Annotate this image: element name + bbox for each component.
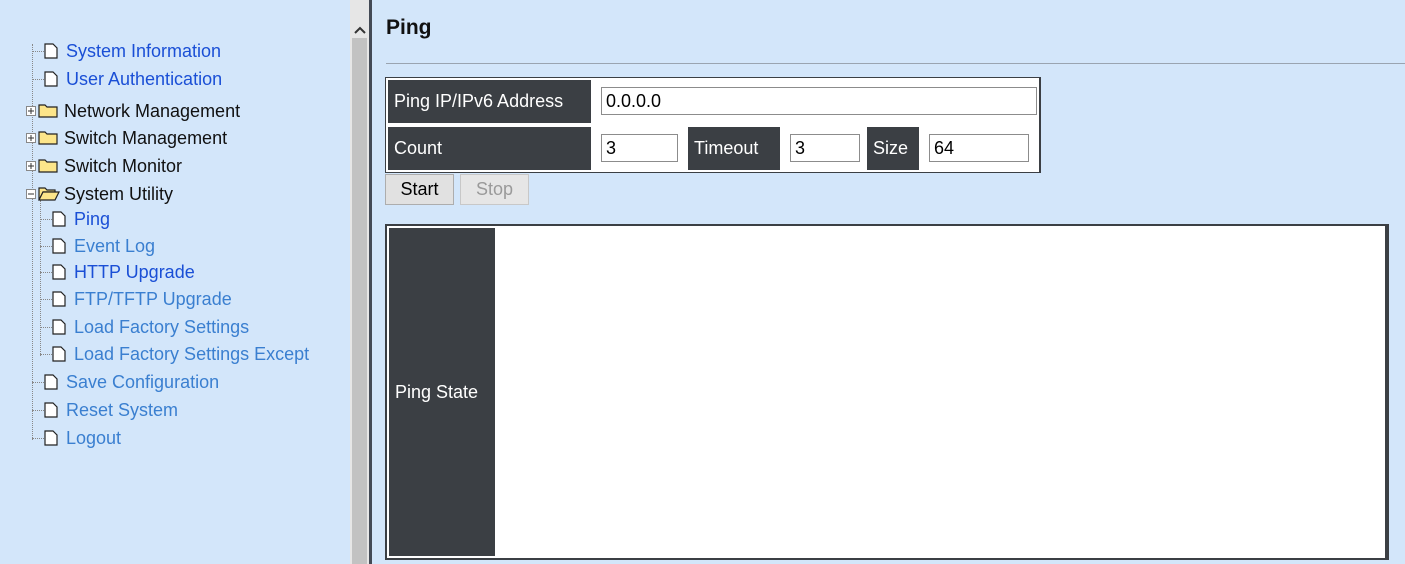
ping-ip-cell	[593, 78, 1039, 125]
count-input[interactable]	[601, 134, 678, 162]
document-icon	[44, 374, 58, 390]
expand-plus-icon[interactable]	[26, 106, 36, 116]
size-cell	[921, 125, 1039, 172]
timeout-input[interactable]	[790, 134, 860, 162]
ping-ip-input[interactable]	[601, 87, 1037, 115]
sidebar-item-save-configuration[interactable]: Save Configuration	[14, 369, 219, 395]
sidebar-item-user-authentication[interactable]: User Authentication	[14, 66, 222, 92]
chevron-up-icon	[353, 26, 366, 34]
document-icon	[52, 346, 66, 362]
ping-form-table: Ping IP/IPv6 Address Count Timeout Size	[385, 77, 1041, 173]
ping-state-output	[497, 226, 1385, 558]
document-icon	[44, 430, 58, 446]
document-icon	[52, 319, 66, 335]
expand-plus-icon[interactable]	[26, 133, 36, 143]
page-title: Ping	[386, 16, 432, 39]
sidebar-item-label: Switch Management	[64, 128, 228, 148]
sidebar-item-switch-monitor[interactable]: Switch Monitor	[14, 153, 182, 179]
sidebar-item-system-utility[interactable]: System Utility	[14, 181, 173, 207]
document-icon	[52, 291, 66, 307]
sidebar-item-ftp-tftp-upgrade[interactable]: FTP/TFTP Upgrade	[22, 286, 232, 312]
sidebar-scrollbar[interactable]	[350, 0, 369, 564]
collapse-minus-icon[interactable]	[26, 189, 36, 199]
folder-closed-icon	[38, 131, 58, 145]
count-cell	[593, 125, 686, 172]
expand-plus-icon[interactable]	[26, 161, 36, 171]
ping-state-label: Ping State	[387, 226, 497, 558]
navigation-tree: System Information User Authentication N…	[0, 0, 350, 564]
sidebar-item-label: Network Management	[64, 101, 241, 121]
document-icon	[52, 238, 66, 254]
ping-ip-label: Ping IP/IPv6 Address	[386, 78, 593, 125]
sidebar-item-reset-system[interactable]: Reset System	[14, 397, 178, 423]
document-icon	[44, 43, 58, 59]
count-label: Count	[386, 125, 593, 172]
scrollbar-thumb[interactable]	[352, 38, 367, 564]
document-icon	[44, 402, 58, 418]
sidebar-item-network-management[interactable]: Network Management	[14, 98, 240, 124]
sidebar-item-label: Reset System	[66, 400, 179, 420]
sidebar-item-label: System Information	[66, 41, 222, 61]
sidebar-item-label: Ping	[74, 209, 111, 229]
sidebar-item-label: HTTP Upgrade	[74, 262, 195, 282]
document-icon	[44, 71, 58, 87]
sidebar-item-load-factory-settings-except[interactable]: Load Factory Settings Except	[22, 341, 309, 367]
document-icon	[52, 264, 66, 280]
timeout-cell	[782, 125, 865, 172]
size-label: Size	[865, 125, 921, 172]
document-icon	[52, 211, 66, 227]
sidebar-item-label: Load Factory Settings	[74, 317, 250, 337]
timeout-label: Timeout	[686, 125, 782, 172]
size-input[interactable]	[929, 134, 1029, 162]
sidebar-item-event-log[interactable]: Event Log	[22, 233, 155, 259]
scroll-up-button[interactable]	[350, 22, 369, 38]
folder-closed-icon	[38, 104, 58, 118]
folder-closed-icon	[38, 159, 58, 173]
sidebar-item-http-upgrade[interactable]: HTTP Upgrade	[22, 259, 195, 285]
folder-open-icon	[38, 187, 60, 201]
sidebar-item-label: Logout	[66, 428, 122, 448]
title-divider	[386, 63, 1405, 64]
sidebar-item-label: Load Factory Settings Except	[74, 344, 310, 364]
start-button[interactable]: Start	[385, 174, 454, 205]
sidebar-item-label: Switch Monitor	[64, 156, 183, 176]
main-content: Ping Ping IP/IPv6 Address Count Timeout …	[372, 0, 1405, 564]
sidebar-item-logout[interactable]: Logout	[14, 425, 121, 451]
sidebar-item-switch-management[interactable]: Switch Management	[14, 125, 227, 151]
sidebar-item-load-factory-settings[interactable]: Load Factory Settings	[22, 314, 249, 340]
ping-state-table: Ping State	[385, 224, 1389, 560]
sidebar-item-label: Save Configuration	[66, 372, 220, 392]
sidebar-item-label: System Utility	[64, 184, 174, 204]
sidebar-item-label: Event Log	[74, 236, 156, 256]
sidebar-item-label: User Authentication	[66, 69, 223, 89]
stop-button[interactable]: Stop	[460, 174, 529, 205]
sidebar-item-system-information[interactable]: System Information	[14, 38, 221, 64]
sidebar-item-ping[interactable]: Ping	[22, 206, 110, 232]
sidebar-item-label: FTP/TFTP Upgrade	[74, 289, 232, 309]
